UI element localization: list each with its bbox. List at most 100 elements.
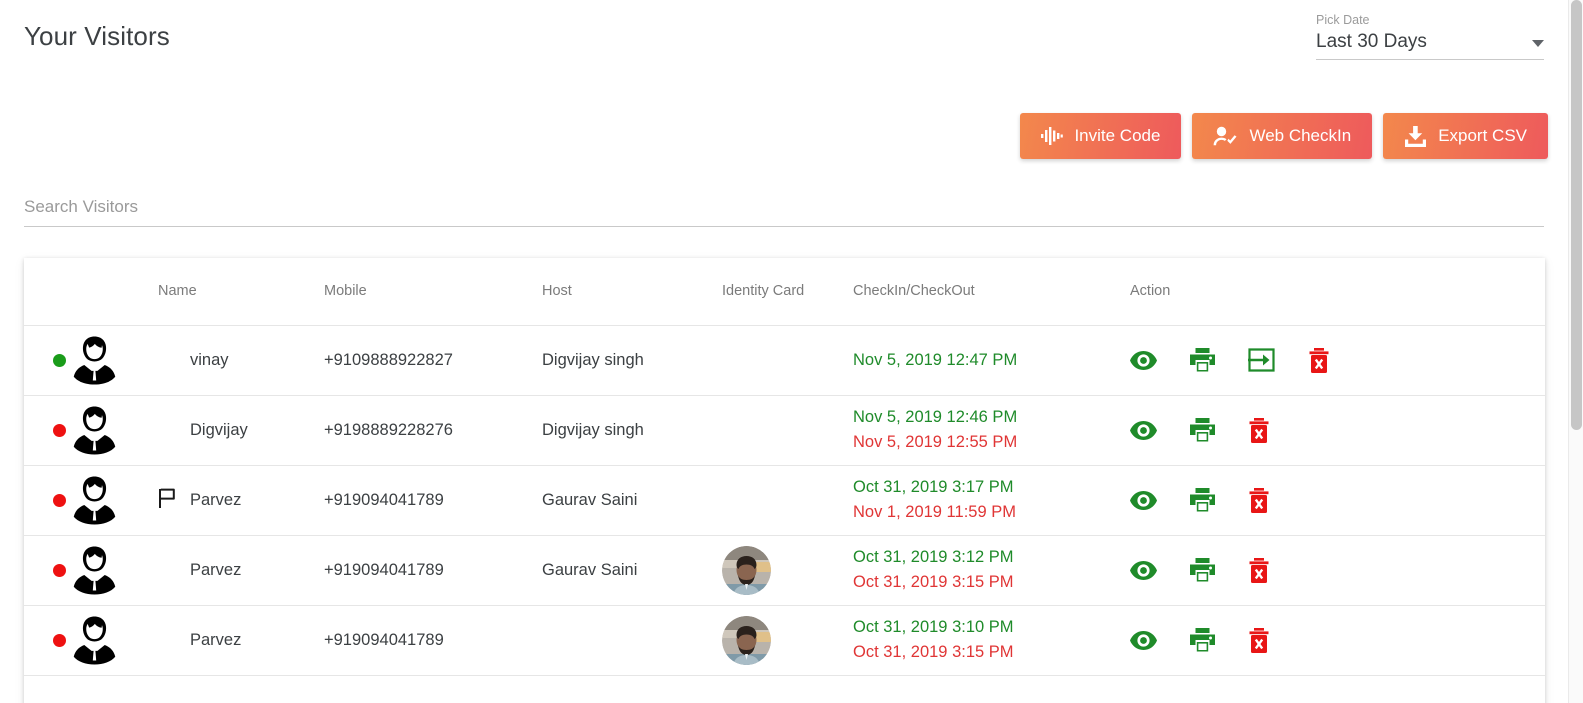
- checkin-time: Oct 31, 2019 3:12 PM: [853, 548, 1014, 566]
- table-row[interactable]: Digvijay +9198889228276 Digvijay singh N…: [24, 395, 1545, 465]
- delete-icon[interactable]: [1248, 557, 1270, 583]
- row-action-cell: [1130, 395, 1545, 465]
- user-avatar-icon: [66, 472, 158, 529]
- visitors-table-card: Name Mobile Host Identity Card CheckIn/C…: [24, 258, 1545, 703]
- row-checkin-cell: Nov 5, 2019 12:47 PM: [853, 325, 1130, 395]
- row-action-cell: [1130, 535, 1545, 605]
- delete-icon[interactable]: [1308, 347, 1330, 373]
- row-checkin-cell: Oct 31, 2019 3:10 PM Oct 31, 2019 3:15 P…: [853, 605, 1130, 675]
- status-dot-red: [53, 633, 66, 647]
- flag-icon[interactable]: [158, 487, 180, 514]
- status-dot-red: [53, 493, 66, 507]
- date-picker[interactable]: Pick Date Last 30 Days: [1316, 12, 1544, 60]
- chevron-down-icon[interactable]: [1532, 40, 1544, 47]
- col-host[interactable]: Host: [542, 258, 722, 326]
- visitors-page: Your Visitors Pick Date Last 30 Days Inv…: [0, 0, 1583, 703]
- delete-icon[interactable]: [1248, 627, 1270, 653]
- print-icon[interactable]: [1190, 488, 1215, 512]
- col-checkin-checkout[interactable]: CheckIn/CheckOut: [853, 258, 1130, 326]
- checkin-time: Nov 5, 2019 12:47 PM: [853, 350, 1018, 369]
- download-icon: [1404, 125, 1427, 147]
- visitor-mobile: +9198889228276: [324, 420, 453, 439]
- row-name-cell: vinay: [158, 325, 324, 395]
- export-csv-button[interactable]: Export CSV: [1383, 113, 1548, 159]
- col-name[interactable]: Name: [158, 258, 324, 326]
- table-header: Name Mobile Host Identity Card CheckIn/C…: [24, 258, 1545, 326]
- visitor-name: Parvez: [190, 560, 242, 579]
- visitor-mobile: +919094041789: [324, 560, 444, 579]
- visitor-host: Gaurav Saini: [542, 490, 638, 509]
- row-action-cell: [1130, 605, 1545, 675]
- checkout-time: Oct 31, 2019 3:15 PM: [853, 643, 1014, 661]
- print-icon[interactable]: [1190, 558, 1215, 582]
- row-name-cell: Parvez: [158, 535, 324, 605]
- col-action: Action: [1130, 258, 1545, 326]
- row-mobile-cell: +919094041789: [324, 535, 542, 605]
- date-picker-label: Pick Date: [1316, 13, 1370, 27]
- row-action-cell: [1130, 465, 1545, 535]
- visitor-host: Gaurav Saini: [542, 560, 638, 579]
- table-row[interactable]: vinay +9109888922827 Digvijay singh Nov …: [24, 325, 1545, 395]
- visitor-host: Digvijay singh: [542, 350, 644, 369]
- delete-icon[interactable]: [1248, 487, 1270, 513]
- row-identity-cell: [722, 465, 853, 535]
- visitor-name: Parvez: [190, 630, 242, 649]
- view-icon[interactable]: [1130, 490, 1157, 510]
- row-avatar-cell: [66, 605, 158, 675]
- print-icon[interactable]: [1190, 628, 1215, 652]
- search-input[interactable]: [24, 197, 1544, 227]
- checkout-time: Nov 5, 2019 12:55 PM: [853, 433, 1018, 451]
- row-host-cell: Digvijay singh: [542, 325, 722, 395]
- row-checkin-cell: Oct 31, 2019 3:12 PM Oct 31, 2019 3:15 P…: [853, 535, 1130, 605]
- row-identity-cell: [722, 325, 853, 395]
- row-status-cell: [24, 395, 66, 465]
- checkin-time: Nov 5, 2019 12:46 PM: [853, 408, 1018, 426]
- col-identity-card[interactable]: Identity Card: [722, 258, 853, 326]
- row-identity-cell: [722, 605, 853, 675]
- col-status: [24, 258, 66, 326]
- table-row[interactable]: Parvez +919094041789 Oct 31, 2019 3:10 P…: [24, 605, 1545, 675]
- web-checkin-button[interactable]: Web CheckIn: [1192, 113, 1373, 159]
- status-dot-green: [53, 353, 66, 367]
- page-title: Your Visitors: [24, 21, 170, 51]
- identity-card-photo[interactable]: [722, 545, 853, 595]
- checkout-time: Oct 31, 2019 3:15 PM: [853, 573, 1014, 591]
- checkin-time: Oct 31, 2019 3:10 PM: [853, 618, 1014, 636]
- row-avatar-cell: [66, 465, 158, 535]
- scrollbar-thumb[interactable]: [1571, 0, 1582, 430]
- row-mobile-cell: +9109888922827: [324, 325, 542, 395]
- web-checkin-label: Web CheckIn: [1249, 126, 1352, 145]
- print-icon[interactable]: [1190, 348, 1215, 372]
- table-header-row: Name Mobile Host Identity Card CheckIn/C…: [24, 258, 1545, 326]
- table-row[interactable]: Parvez +919094041789 Gaurav Saini Oct 31…: [24, 465, 1545, 535]
- row-checkin-cell: Nov 5, 2019 12:46 PM Nov 5, 2019 12:55 P…: [853, 395, 1130, 465]
- view-icon[interactable]: [1130, 560, 1157, 580]
- print-icon[interactable]: [1190, 418, 1215, 442]
- date-picker-value: Last 30 Days: [1316, 31, 1427, 52]
- row-avatar-cell: [66, 325, 158, 395]
- identity-card-photo[interactable]: [722, 615, 853, 665]
- visitor-mobile: +9109888922827: [324, 350, 453, 369]
- row-identity-cell: [722, 395, 853, 465]
- view-icon[interactable]: [1130, 350, 1157, 370]
- view-icon[interactable]: [1130, 420, 1157, 440]
- visitor-name: vinay: [190, 350, 229, 369]
- col-mobile[interactable]: Mobile: [324, 258, 542, 326]
- table-row[interactable]: Parvez +919094041789 Gaurav Saini Oct 31…: [24, 535, 1545, 605]
- invite-code-button[interactable]: Invite Code: [1020, 113, 1182, 159]
- row-status-cell: [24, 605, 66, 675]
- row-avatar-cell: [66, 395, 158, 465]
- visitors-table: Name Mobile Host Identity Card CheckIn/C…: [24, 258, 1545, 676]
- page-scrollbar[interactable]: [1568, 0, 1583, 703]
- row-name-cell: Parvez: [158, 465, 324, 535]
- view-icon[interactable]: [1130, 630, 1157, 650]
- checkout-icon[interactable]: [1248, 348, 1275, 372]
- delete-icon[interactable]: [1248, 417, 1270, 443]
- checkin-time: Oct 31, 2019 3:17 PM: [853, 478, 1014, 496]
- row-name-cell: Digvijay: [158, 395, 324, 465]
- visitor-mobile: +919094041789: [324, 630, 444, 649]
- search-visitors-container: [24, 197, 1544, 227]
- sound-wave-icon: [1041, 127, 1064, 145]
- row-checkin-cell: Oct 31, 2019 3:17 PM Nov 1, 2019 11:59 P…: [853, 465, 1130, 535]
- row-host-cell: Gaurav Saini: [542, 535, 722, 605]
